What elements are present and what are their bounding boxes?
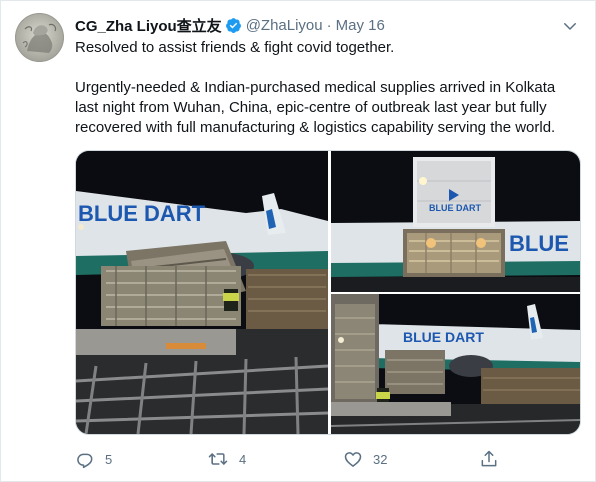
media-grid: BLUE DART BLUE BLUE DART BLUE DART bbox=[75, 150, 581, 435]
door-label: BLUE DART bbox=[429, 203, 481, 213]
like-count: 32 bbox=[373, 451, 388, 467]
chevron-down-icon bbox=[564, 23, 576, 30]
photo-cargo-loader[interactable]: BLUE DART bbox=[331, 294, 580, 434]
tweet-text: Resolved to assist friends & fight covid… bbox=[75, 38, 575, 138]
separator-dot: · bbox=[326, 16, 332, 34]
share-icon bbox=[481, 450, 497, 467]
fuselage-label: BLUE DART bbox=[403, 329, 484, 345]
reply-count: 5 bbox=[105, 451, 113, 467]
verified-badge-icon bbox=[225, 17, 241, 33]
fuselage-label: BLUE DART bbox=[78, 201, 206, 226]
tweet-card[interactable]: CG_Zha Liyou查立友 @ZhaLiyou · May 16 Resol… bbox=[0, 0, 596, 482]
like-icon bbox=[344, 452, 362, 467]
fuselage-label: BLUE bbox=[509, 231, 569, 256]
photo-cargo-door[interactable]: BLUE BLUE DART bbox=[331, 151, 580, 292]
tweet-actions: 5 4 32 bbox=[75, 447, 575, 471]
retweet-count: 4 bbox=[239, 451, 247, 467]
share-button[interactable] bbox=[479, 447, 499, 471]
tweet-header: CG_Zha Liyou查立友 @ZhaLiyou · May 16 bbox=[75, 15, 385, 35]
retweet-button[interactable]: 4 bbox=[207, 447, 246, 471]
handle[interactable]: @ZhaLiyou bbox=[246, 17, 323, 34]
display-name[interactable]: CG_Zha Liyou查立友 bbox=[75, 15, 222, 36]
reply-button[interactable]: 5 bbox=[75, 447, 112, 471]
tweet-paragraph: Urgently-needed & Indian-purchased medic… bbox=[75, 79, 556, 136]
like-button[interactable]: 32 bbox=[343, 447, 387, 471]
avatar[interactable] bbox=[15, 13, 64, 62]
tweet-date[interactable]: May 16 bbox=[336, 17, 385, 34]
reply-icon bbox=[77, 453, 93, 469]
photo-cargo-unloading[interactable]: BLUE DART bbox=[76, 151, 328, 434]
tweet-paragraph: Resolved to assist friends & fight covid… bbox=[75, 39, 395, 56]
profile-avatar-icon bbox=[15, 13, 64, 62]
more-options-button[interactable] bbox=[557, 13, 583, 39]
retweet-icon bbox=[208, 453, 228, 465]
